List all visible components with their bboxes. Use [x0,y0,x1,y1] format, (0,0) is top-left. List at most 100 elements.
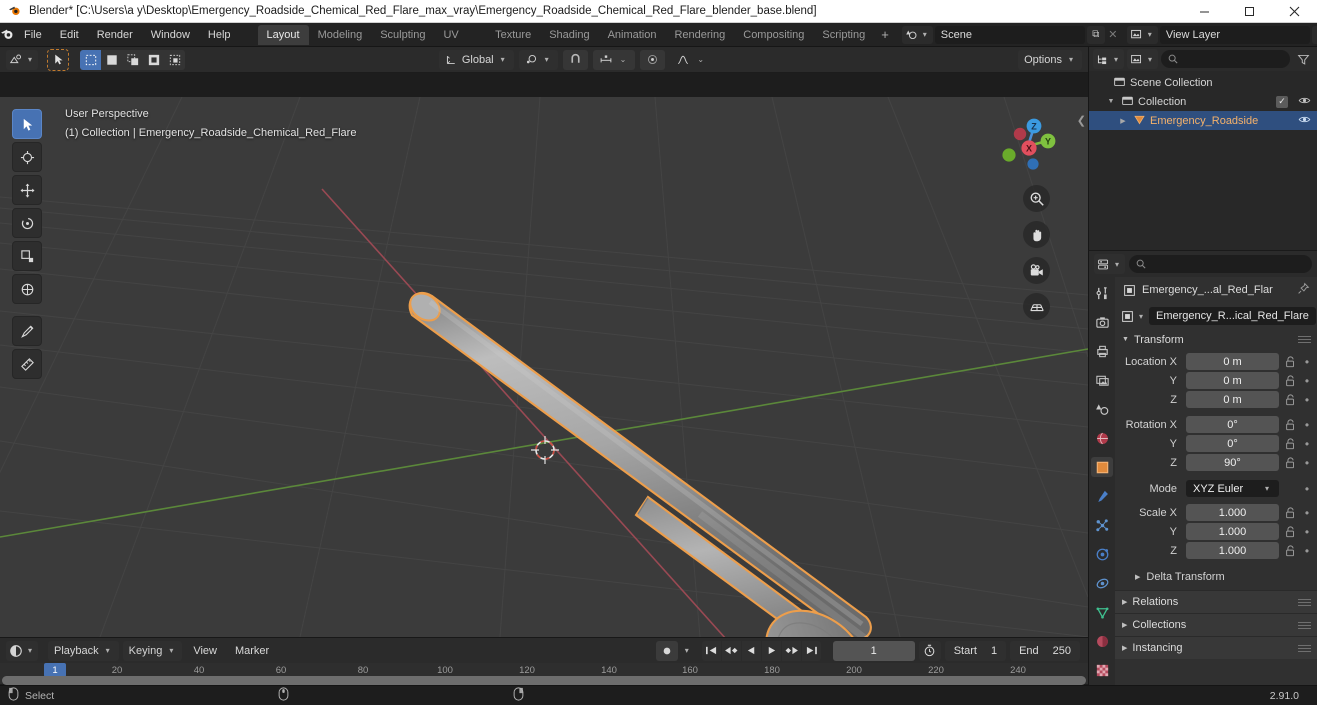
blender-logo-icon[interactable] [0,23,15,47]
play-reverse-button[interactable] [741,640,761,661]
camera-icon[interactable] [1023,257,1050,284]
scene-new-button[interactable]: ⧉ [1086,25,1105,44]
cursor-tool[interactable] [12,142,42,172]
measure-tool[interactable] [12,349,42,379]
location-x-value[interactable]: 0 m [1186,353,1279,370]
eye-icon[interactable] [1298,95,1311,109]
view-layer-name-field[interactable]: View Layer [1159,25,1310,44]
timeline-editor-type-button[interactable]: ▾ [6,640,39,661]
3d-viewport[interactable]: Object Mode ▾ View Select Add Object ▾ [0,97,1088,637]
output-icon[interactable] [1091,341,1113,361]
navigation-gizmo[interactable]: Z Y X [992,105,1064,177]
prev-keyframe-button[interactable] [721,640,741,661]
view-layer-icon[interactable]: ▾ [1126,25,1158,44]
particles-icon[interactable] [1091,515,1113,535]
animate-dot[interactable]: • [1301,507,1313,519]
data-icon[interactable] [1091,602,1113,622]
physics-icon[interactable] [1091,544,1113,564]
animate-dot[interactable]: • [1301,375,1313,387]
outliner-filter-button[interactable] [1293,49,1313,69]
constraints-icon[interactable] [1091,573,1113,593]
tab-rendering[interactable]: Rendering [665,25,734,45]
keying-dropdown[interactable]: Keying ▾ [122,640,183,661]
playback-dropdown[interactable]: Playback ▾ [48,640,119,661]
lock-icon[interactable] [1283,506,1297,519]
animate-dot[interactable]: • [1301,438,1313,450]
outliner-search-input[interactable] [1161,50,1290,68]
play-button[interactable] [761,640,781,661]
animate-dot[interactable]: • [1301,457,1313,469]
menu-render[interactable]: Render [88,26,142,44]
timeline-menu-marker[interactable]: Marker [228,642,276,660]
timeline-menu-view[interactable]: View [186,642,224,660]
tab-compositing[interactable]: Compositing [734,25,813,45]
panel-relations-header[interactable]: ▶ Relations [1115,590,1317,613]
tab-animation[interactable]: Animation [599,25,666,45]
snap-settings-dropdown[interactable]: ⌄ [592,49,636,70]
properties-search-input[interactable] [1129,255,1312,273]
rotation-x-value[interactable]: 0° [1186,416,1279,433]
select-subtract-button[interactable] [122,49,144,70]
falloff-dropdown[interactable]: ⌄ [670,50,713,70]
pivot-point-dropdown[interactable]: ▾ [518,49,558,70]
timeline-scrollbar[interactable] [0,675,1088,685]
pin-icon[interactable] [1297,282,1310,298]
frame-start-field[interactable]: Start 1 [944,640,1007,661]
tab-modeling[interactable]: Modeling [309,25,372,45]
scene-icon[interactable] [1091,399,1113,419]
grid-icon[interactable] [1023,293,1050,320]
menu-edit[interactable]: Edit [51,26,88,44]
maximize-button[interactable] [1227,0,1272,23]
select-invert-button[interactable] [143,49,165,70]
animate-dot[interactable]: • [1301,394,1313,406]
panel-instancing-header[interactable]: ▶ Instancing [1115,636,1317,659]
tab-layout[interactable]: Layout [257,24,309,45]
transform-orientation-dropdown[interactable]: Global ▾ [438,49,514,70]
render-icon[interactable] [1091,312,1113,332]
tab-scripting[interactable]: Scripting [813,25,874,45]
tab-uv-editing[interactable]: UV Editing [434,25,486,61]
options-dropdown[interactable]: Options ▾ [1018,49,1082,70]
lock-icon[interactable] [1283,393,1297,406]
animate-dot[interactable]: • [1301,419,1313,431]
world-icon[interactable] [1091,428,1113,448]
lock-icon[interactable] [1283,525,1297,538]
menu-help[interactable]: Help [199,26,240,44]
active-tool-button[interactable] [47,48,70,71]
auto-keying-dropdown[interactable]: ▾ [682,646,692,655]
select-extend-button[interactable] [101,49,123,70]
panel-collections-header[interactable]: ▶ Collections [1115,613,1317,636]
scene-icon[interactable]: ▾ [901,25,933,44]
disclosure-triangle-icon[interactable]: ▶ [1117,117,1129,125]
auto-keying-button[interactable] [655,640,678,661]
scene-unlink-button[interactable]: ✕ [1105,28,1121,41]
object-type-icon[interactable]: ▾ [1121,310,1146,323]
select-box-tool[interactable] [12,109,42,139]
tab-texture-paint[interactable]: Texture Paint [486,25,540,61]
select-intersect-button[interactable] [164,49,186,70]
jump-start-button[interactable] [701,640,721,661]
tool-icon[interactable] [1091,283,1113,303]
location-y-value[interactable]: 0 m [1186,372,1279,389]
scale-x-value[interactable]: 1.000 [1186,504,1279,521]
animate-dot[interactable]: • [1301,356,1313,368]
outliner-row-collection[interactable]: ▼ Collection ✓ [1089,92,1317,111]
material-icon[interactable] [1091,631,1113,651]
close-button[interactable] [1272,0,1317,23]
hand-icon[interactable] [1023,221,1050,248]
lock-icon[interactable] [1283,437,1297,450]
outliner-display-mode-button[interactable]: ▾ [1127,49,1159,69]
snap-toggle-button[interactable] [562,49,588,70]
next-keyframe-button[interactable] [781,640,801,661]
lock-icon[interactable] [1283,374,1297,387]
properties-editor-type-button[interactable]: ▾ [1094,254,1126,274]
panel-delta-transform-header[interactable]: ▶ Delta Transform [1115,566,1317,588]
collection-checkbox[interactable]: ✓ [1276,95,1288,108]
outliner-editor-type-button[interactable]: ▾ [1093,49,1125,69]
sidebar-collapse-arrow[interactable]: ❮ [1077,114,1086,127]
rotation-y-value[interactable]: 0° [1186,435,1279,452]
view-layer-icon[interactable] [1091,370,1113,390]
disclosure-triangle-icon[interactable]: ▼ [1105,98,1117,105]
lock-icon[interactable] [1283,418,1297,431]
animate-dot[interactable]: • [1301,483,1313,495]
